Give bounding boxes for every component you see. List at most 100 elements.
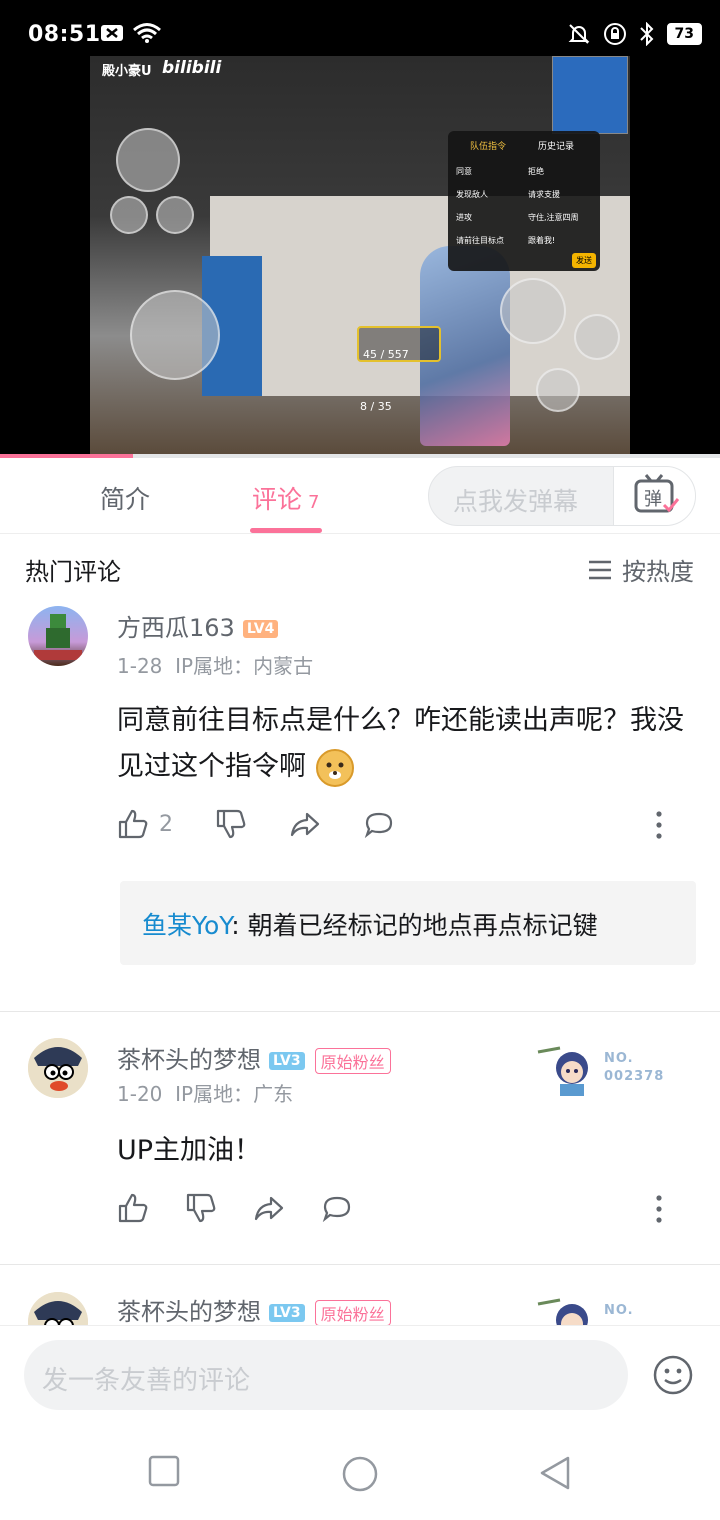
circle-icon bbox=[342, 1456, 378, 1492]
notifications-off-icon bbox=[568, 24, 589, 44]
emoji-icon bbox=[653, 1355, 693, 1395]
reply-username[interactable]: 鱼某YoY bbox=[142, 911, 231, 940]
decoration-character-icon bbox=[537, 1046, 588, 1096]
username-text: 茶杯头的梦想 bbox=[117, 1298, 261, 1325]
comment-bubble-icon bbox=[364, 812, 393, 839]
game-lean-left-button bbox=[110, 196, 148, 234]
comment-meta: 1-28 IP属地：内蒙古 bbox=[117, 650, 313, 679]
game-jump-button bbox=[536, 368, 580, 412]
comment-item: 方西瓜163 LV4 1-28 IP属地：内蒙古 同意前往目标点是什么？咋还能读出… bbox=[0, 604, 720, 1004]
video-player[interactable]: 殿小豪U bilibili 队伍指令 历史记录 同意 拒绝 发现敌人 请求支援 … bbox=[0, 56, 720, 456]
divider bbox=[0, 1264, 720, 1265]
reply-preview[interactable]: 鱼某YoY: 朝着已经标记的地点再点标记键 bbox=[120, 881, 696, 965]
share-icon bbox=[290, 812, 320, 837]
hot-comments-title: 热门评论 bbox=[25, 558, 121, 586]
like-button[interactable] bbox=[117, 1192, 149, 1224]
system-nav-bar bbox=[0, 1425, 720, 1520]
tab-comments-count: 7 bbox=[308, 492, 320, 513]
dislike-button[interactable] bbox=[215, 808, 247, 840]
level-badge: LV3 bbox=[269, 1052, 305, 1070]
reply-text: 朝着已经标记的地点再点标记键 bbox=[247, 911, 598, 940]
avatar[interactable] bbox=[28, 1292, 88, 1325]
like-button[interactable]: 2 bbox=[117, 808, 173, 840]
weapon-ammo: 45 / 557 bbox=[363, 348, 409, 361]
back-button[interactable] bbox=[538, 1455, 572, 1495]
video-frame[interactable]: 殿小豪U bilibili 队伍指令 历史记录 同意 拒绝 发现敌人 请求支援 … bbox=[90, 56, 630, 456]
avatar[interactable] bbox=[28, 1038, 88, 1098]
comment-username[interactable]: 方西瓜163 LV4 bbox=[117, 608, 279, 643]
panel-tab-history: 历史记录 bbox=[538, 142, 575, 152]
comment-text-content: 同意前往目标点是什么？咋还能读出声呢？我没见过这个指令啊 bbox=[117, 705, 684, 782]
more-vertical-icon bbox=[656, 1195, 662, 1223]
tab-comments-label: 评论 bbox=[252, 485, 303, 514]
panel-item: 请求支援 bbox=[528, 190, 560, 199]
tab-comments[interactable]: 评论 7 bbox=[252, 480, 319, 516]
status-bar: 08:51 73 bbox=[0, 0, 720, 56]
tab-intro[interactable]: 简介 bbox=[100, 480, 150, 516]
square-icon bbox=[148, 1455, 180, 1487]
emoji-button[interactable] bbox=[652, 1354, 694, 1400]
avatar-figure-icon bbox=[34, 614, 82, 660]
more-options-button[interactable] bbox=[654, 1194, 664, 1228]
comment-username[interactable]: 茶杯头的梦想 LV3 原始粉丝 bbox=[117, 1292, 391, 1325]
comment-input[interactable]: 发一条友善的评论 bbox=[24, 1340, 628, 1410]
battery-indicator: 73 bbox=[666, 23, 702, 45]
sort-button[interactable]: 按热度 bbox=[588, 552, 694, 587]
username-text: 方西瓜163 bbox=[117, 614, 235, 642]
weapon-slot-primary: 45 / 557 bbox=[357, 326, 441, 362]
decoration-no-value: 002378 bbox=[604, 1069, 665, 1084]
comment-item: 茶杯头的梦想 LV3 原始粉丝 NO. bbox=[0, 1290, 720, 1325]
svg-text:弹: 弹 bbox=[644, 489, 662, 510]
comment-text: 同意前往目标点是什么？咋还能读出声呢？我没见过这个指令啊 bbox=[117, 698, 707, 790]
comment-date: 1-20 bbox=[117, 1082, 163, 1106]
fan-decoration-card[interactable]: NO. 002378 bbox=[530, 1042, 680, 1102]
username-text: 茶杯头的梦想 bbox=[117, 1046, 261, 1074]
sort-list-icon bbox=[589, 560, 611, 579]
comment-actions bbox=[117, 1192, 395, 1224]
comment-username[interactable]: 茶杯头的梦想 LV3 原始粉丝 bbox=[117, 1040, 391, 1075]
decoration-character-icon bbox=[537, 1298, 588, 1325]
triangle-back-icon bbox=[540, 1456, 570, 1490]
comment-item: 茶杯头的梦想 LV3 原始粉丝 1-20 IP属地：广东 NO. 002378 UP主… bbox=[0, 1038, 720, 1258]
bluetooth-icon bbox=[639, 22, 653, 46]
more-options-button[interactable] bbox=[654, 810, 664, 844]
level-badge: LV3 bbox=[269, 1304, 305, 1322]
avatar[interactable] bbox=[28, 606, 88, 666]
panel-item: 拒绝 bbox=[528, 167, 544, 176]
reply-button[interactable] bbox=[321, 1192, 353, 1224]
status-time: 08:51 bbox=[28, 22, 101, 47]
weapon-ammo-secondary: 8 / 35 bbox=[360, 400, 392, 413]
recent-apps-button[interactable] bbox=[148, 1455, 180, 1491]
home-button[interactable] bbox=[341, 1455, 379, 1497]
panel-send-button: 发送 bbox=[572, 253, 596, 268]
thumbs-up-icon bbox=[118, 1193, 148, 1223]
danmaku-toggle-button[interactable]: 弹 bbox=[613, 467, 695, 525]
team-command-panel: 队伍指令 历史记录 同意 拒绝 发现敌人 请求支援 进攻 守住,注意四周 请前往… bbox=[448, 131, 600, 271]
share-button[interactable] bbox=[289, 808, 321, 840]
more-vertical-icon bbox=[656, 811, 662, 839]
share-button[interactable] bbox=[253, 1192, 285, 1224]
panel-item: 请前往目标点 bbox=[456, 236, 504, 245]
fan-decoration-card[interactable]: NO. bbox=[530, 1294, 680, 1325]
reply-button[interactable] bbox=[363, 808, 395, 840]
game-lean-right-button bbox=[156, 196, 194, 234]
video-overlay-brand: bilibili bbox=[162, 58, 222, 78]
game-crouch-button bbox=[574, 314, 620, 360]
tab-active-indicator bbox=[250, 528, 322, 533]
thumbs-up-icon bbox=[118, 809, 148, 839]
panel-item: 守住,注意四周 bbox=[528, 213, 579, 222]
fan-badge: 原始粉丝 bbox=[314, 1048, 391, 1074]
thumbs-down-icon bbox=[186, 1193, 216, 1223]
cuphead-avatar-icon bbox=[28, 1292, 88, 1325]
share-icon bbox=[254, 1196, 284, 1221]
tab-bar: 简介 评论 7 点我发弹幕 弹 bbox=[0, 458, 720, 534]
danmaku-input[interactable]: 点我发弹幕 弹 bbox=[428, 466, 696, 526]
game-joystick bbox=[130, 290, 220, 380]
comment-actions: 2 bbox=[117, 808, 437, 840]
doge-emoji-icon bbox=[315, 748, 354, 787]
comment-text: UP主加油！ bbox=[117, 1135, 262, 1166]
sim-off-icon bbox=[101, 25, 123, 41]
like-count: 2 bbox=[159, 811, 173, 837]
dislike-button[interactable] bbox=[185, 1192, 217, 1224]
sort-label: 按热度 bbox=[622, 558, 694, 586]
